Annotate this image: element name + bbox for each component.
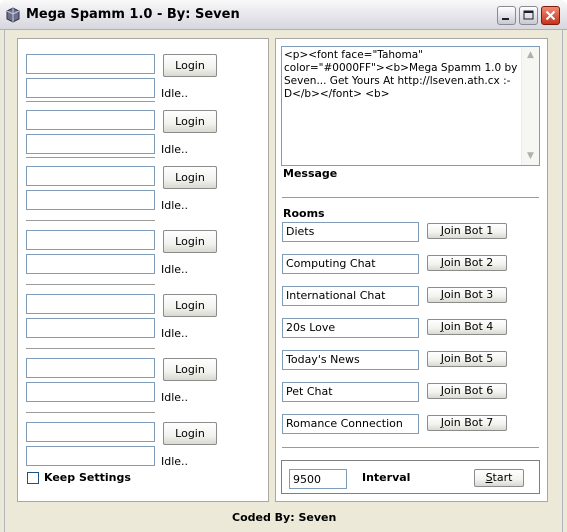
password-field-2[interactable]: [26, 134, 155, 154]
login-button-1[interactable]: Login: [163, 54, 217, 77]
login-button-5[interactable]: Login: [163, 294, 217, 317]
app-window: Mega Spamm 1.0 - By: Seven Login Idle.. …: [0, 0, 567, 532]
status-label-6: Idle..: [161, 391, 189, 404]
join-bot-label: oin Bot 2: [443, 256, 494, 269]
close-button[interactable]: [541, 6, 560, 25]
join-bot-label: oin Bot 4: [443, 320, 494, 333]
room-field-2[interactable]: Computing Chat: [282, 254, 419, 274]
username-field-3[interactable]: [26, 166, 155, 186]
minimize-button[interactable]: [497, 6, 516, 25]
interval-label: Interval: [362, 471, 411, 484]
status-label-3: Idle..: [161, 199, 189, 212]
start-button[interactable]: Start: [474, 469, 524, 487]
username-field-6[interactable]: [26, 358, 155, 378]
password-field-6[interactable]: [26, 382, 155, 402]
login-button-6[interactable]: Login: [163, 358, 217, 381]
keep-settings-checkbox[interactable]: [27, 472, 39, 484]
status-label-4: Idle..: [161, 263, 189, 276]
room-field-1[interactable]: Diets: [282, 222, 419, 242]
account-separator: [26, 220, 155, 222]
status-label-7: Idle..: [161, 455, 189, 468]
join-bot-2-button[interactable]: Join Bot 2: [427, 255, 507, 271]
footer-credit: Coded By: Seven: [232, 511, 337, 524]
join-bot-5-button[interactable]: Join Bot 5: [427, 351, 507, 367]
message-textarea[interactable]: <p><font face="Tahoma" color="#0000FF"><…: [281, 46, 540, 166]
username-field-2[interactable]: [26, 110, 155, 130]
keep-settings-label[interactable]: Keep Settings: [44, 471, 131, 484]
app-icon: [6, 7, 20, 23]
login-button-4[interactable]: Login: [163, 230, 217, 253]
username-field-1[interactable]: [26, 54, 155, 74]
start-label: tart: [492, 471, 513, 484]
username-field-7[interactable]: [26, 422, 155, 442]
section-separator: [282, 197, 539, 199]
account-separator: [26, 157, 155, 159]
join-bot-label: oin Bot 1: [443, 224, 494, 237]
minimize-icon: [502, 18, 509, 20]
username-field-5[interactable]: [26, 294, 155, 314]
message-text: <p><font face="Tahoma" color="#0000FF"><…: [284, 49, 518, 100]
join-bot-1-button[interactable]: Join Bot 1: [427, 223, 507, 239]
interval-field[interactable]: [289, 469, 347, 489]
join-bot-7-button[interactable]: Join Bot 7: [427, 415, 507, 431]
message-label: Message: [283, 167, 338, 180]
account-separator: [26, 412, 155, 414]
login-button-2[interactable]: Login: [163, 110, 217, 133]
password-field-1[interactable]: [26, 78, 155, 98]
join-bot-label: oin Bot 3: [443, 288, 494, 301]
login-button-3[interactable]: Login: [163, 166, 217, 189]
join-bot-6-button[interactable]: Join Bot 6: [427, 383, 507, 399]
rooms-label: Rooms: [283, 207, 325, 220]
account-separator: [26, 348, 155, 350]
message-scrollbar[interactable]: ▲ ▼: [521, 47, 539, 165]
room-field-5[interactable]: Today's News: [282, 350, 419, 370]
join-bot-3-button[interactable]: Join Bot 3: [427, 287, 507, 303]
account-separator: [26, 284, 155, 286]
login-button-7[interactable]: Login: [163, 422, 217, 445]
room-field-7[interactable]: Romance Connection: [282, 414, 419, 434]
join-bot-4-button[interactable]: Join Bot 4: [427, 319, 507, 335]
status-label-5: Idle..: [161, 327, 189, 340]
title-bar[interactable]: Mega Spamm 1.0 - By: Seven: [0, 0, 567, 30]
password-field-4[interactable]: [26, 254, 155, 274]
room-field-3[interactable]: International Chat: [282, 286, 419, 306]
join-bot-label: oin Bot 5: [443, 352, 494, 365]
password-field-5[interactable]: [26, 318, 155, 338]
join-bot-label: oin Bot 7: [443, 416, 494, 429]
close-icon: [545, 10, 556, 21]
section-separator: [282, 447, 539, 449]
password-field-7[interactable]: [26, 446, 155, 466]
start-hotkey: S: [485, 471, 493, 484]
room-field-6[interactable]: Pet Chat: [282, 382, 419, 402]
scroll-up-icon[interactable]: ▲: [522, 47, 539, 64]
account-separator: [26, 101, 155, 103]
scroll-down-icon[interactable]: ▼: [522, 148, 539, 165]
maximize-icon: [523, 10, 534, 20]
join-bot-label: oin Bot 6: [443, 384, 494, 397]
room-field-4[interactable]: 20s Love: [282, 318, 419, 338]
username-field-4[interactable]: [26, 230, 155, 250]
window-title: Mega Spamm 1.0 - By: Seven: [26, 7, 240, 22]
status-label-1: Idle..: [161, 87, 189, 100]
password-field-3[interactable]: [26, 190, 155, 210]
maximize-button[interactable]: [519, 6, 538, 25]
status-label-2: Idle..: [161, 143, 189, 156]
